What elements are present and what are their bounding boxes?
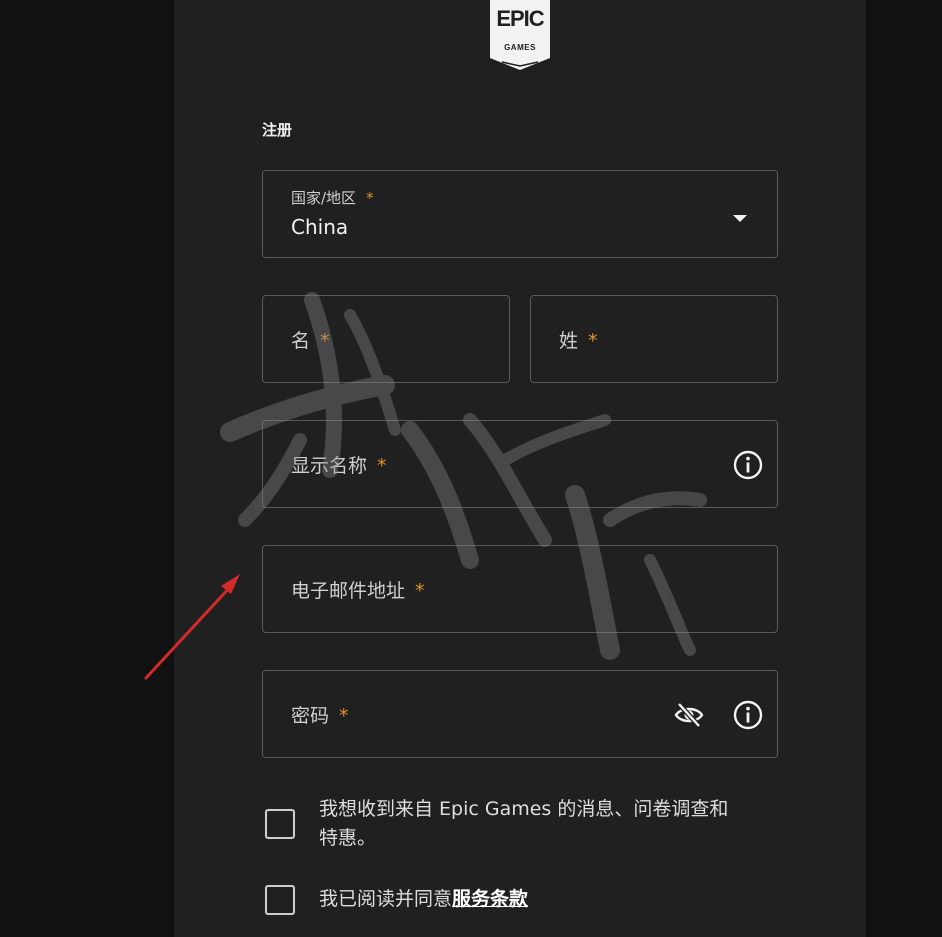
eye-slash-icon[interactable] — [673, 699, 705, 731]
password-label-text: 密码 — [291, 705, 330, 727]
epic-games-logo: EPIC GAMES — [490, 0, 550, 72]
terms-text: 我已阅读并同意服务条款 — [319, 885, 528, 914]
terms-checkbox[interactable] — [265, 885, 295, 915]
country-value: China — [291, 215, 349, 239]
country-select[interactable]: 国家/地区 * China — [262, 170, 778, 258]
last-name-label: 姓 * — [559, 326, 598, 353]
newsletter-text: 我想收到来自 Epic Games 的消息、问卷调查和 特惠。 — [319, 795, 728, 853]
email-label: 电子邮件地址 * — [291, 576, 425, 603]
terms-of-service-link[interactable]: 服务条款 — [452, 888, 528, 910]
logo-sub-text: GAMES — [504, 43, 536, 52]
last-name-field[interactable]: 姓 * — [530, 295, 778, 383]
required-mark: * — [415, 580, 425, 602]
required-mark: * — [377, 455, 387, 477]
first-name-field[interactable]: 名 * — [262, 295, 510, 383]
display-name-field[interactable]: 显示名称 * — [262, 420, 778, 508]
required-mark: * — [366, 189, 374, 207]
display-name-label: 显示名称 * — [291, 451, 387, 478]
password-label: 密码 * — [291, 701, 349, 728]
last-name-label-text: 姓 — [559, 330, 579, 352]
email-field[interactable]: 电子邮件地址 * — [262, 545, 778, 633]
info-icon[interactable] — [732, 449, 764, 481]
newsletter-line-1: 我想收到来自 Epic Games 的消息、问卷调查和 — [319, 798, 729, 820]
password-field[interactable]: 密码 * — [262, 670, 778, 758]
country-label-text: 国家/地区 — [291, 189, 357, 207]
required-mark: * — [339, 705, 349, 727]
logo-main-text: EPIC — [496, 6, 544, 31]
newsletter-line-2: 特惠。 — [319, 827, 377, 849]
newsletter-checkbox[interactable] — [265, 809, 295, 839]
chevron-down-icon[interactable] — [733, 215, 747, 222]
display-name-label-text: 显示名称 — [291, 455, 368, 477]
first-name-label: 名 * — [291, 326, 330, 353]
left-backdrop — [0, 0, 174, 937]
required-mark: * — [588, 330, 598, 352]
required-mark: * — [320, 330, 330, 352]
terms-prefix: 我已阅读并同意 — [319, 888, 453, 910]
email-label-text: 电子邮件地址 — [291, 580, 406, 602]
form-title: 注册 — [262, 121, 293, 139]
right-backdrop — [866, 0, 942, 937]
country-label: 国家/地区 * — [291, 187, 374, 208]
page: EPIC GAMES 注册 国家/地区 * China 名 * 姓 * 显示名称 * — [0, 0, 942, 937]
first-name-label-text: 名 — [291, 330, 311, 352]
info-icon[interactable] — [732, 699, 764, 731]
